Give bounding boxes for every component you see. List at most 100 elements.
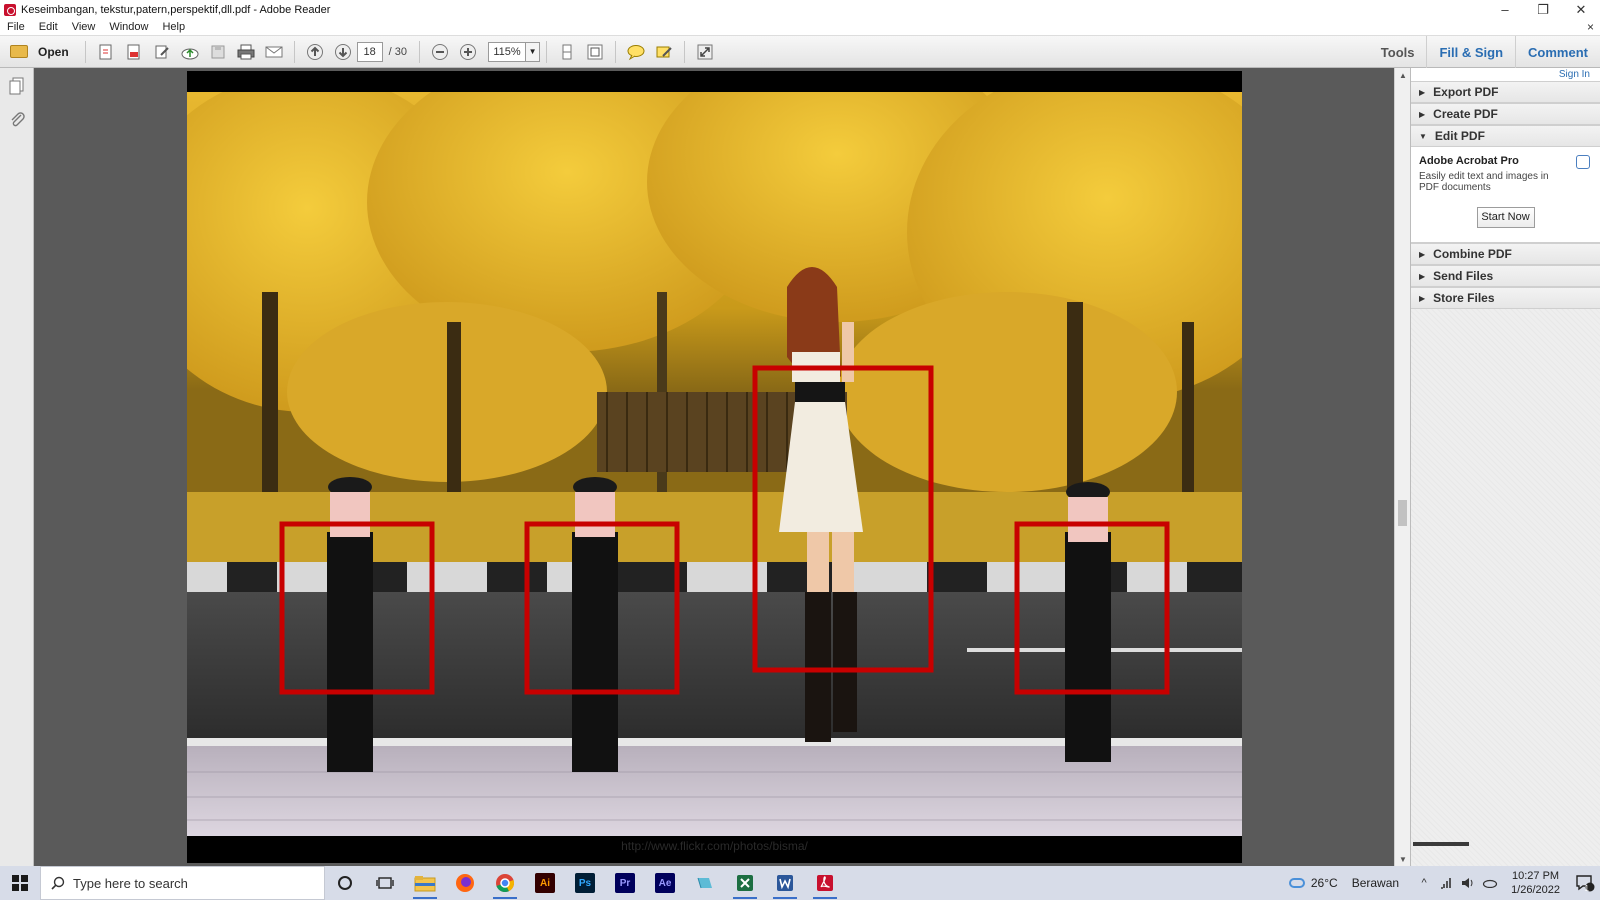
menu-view[interactable]: View xyxy=(65,21,103,33)
expand-view-icon[interactable] xyxy=(693,40,717,64)
page-thumbnails-icon[interactable] xyxy=(8,76,26,96)
panel-create-pdf[interactable]: ▶ Create PDF xyxy=(1411,103,1600,125)
taskbar-search-box[interactable]: Type here to search xyxy=(40,866,325,900)
menu-edit[interactable]: Edit xyxy=(32,21,65,33)
after-effects-icon[interactable]: Ae xyxy=(645,866,685,900)
app-label: Ps xyxy=(575,873,595,893)
collapsed-triangle-icon: ▶ xyxy=(1419,109,1426,119)
adobe-reader-taskbar-icon[interactable] xyxy=(805,866,845,900)
panel-label: Combine PDF xyxy=(1433,247,1512,261)
panel-send-files[interactable]: ▶ Send Files xyxy=(1411,265,1600,287)
clock-time: 10:27 PM xyxy=(1511,870,1560,882)
chrome-icon[interactable] xyxy=(485,866,525,900)
export-pdf-icon[interactable] xyxy=(122,40,146,64)
panel-label: Create PDF xyxy=(1433,107,1498,121)
document-photo xyxy=(187,92,1242,836)
collapsed-triangle-icon: ▶ xyxy=(1419,249,1426,259)
taskbar-clock[interactable]: 10:27 PM 1/26/2022 xyxy=(1511,869,1560,897)
system-tray: 26°C Berawan ^ 10:27 PM 1/26/2022 1 xyxy=(1288,866,1600,900)
pane-horizontal-scrollbar[interactable] xyxy=(1411,840,1600,846)
teams-app-icon[interactable] xyxy=(685,866,725,900)
menu-file[interactable]: File xyxy=(0,21,32,33)
menu-help[interactable]: Help xyxy=(155,21,192,33)
panel-combine-pdf[interactable]: ▶ Combine PDF xyxy=(1411,243,1600,265)
sign-in-link[interactable]: Sign In xyxy=(1411,68,1600,81)
minimize-button[interactable]: – xyxy=(1486,0,1524,19)
weather-widget[interactable]: 26°C Berawan xyxy=(1288,876,1400,890)
start-now-button[interactable]: Start Now xyxy=(1476,207,1535,228)
open-button[interactable]: Open xyxy=(2,40,77,64)
zoom-in-icon[interactable] xyxy=(456,40,480,64)
print-icon[interactable] xyxy=(234,40,258,64)
word-icon[interactable] xyxy=(765,866,805,900)
weather-description: Berawan xyxy=(1351,876,1400,890)
panel-label: Edit PDF xyxy=(1434,129,1485,143)
panel-store-files[interactable]: ▶ Store Files xyxy=(1411,287,1600,309)
tab-comment[interactable]: Comment xyxy=(1515,36,1600,68)
tab-fill-sign[interactable]: Fill & Sign xyxy=(1426,36,1515,68)
app-label: Pr xyxy=(615,873,635,893)
open-label: Open xyxy=(38,44,69,59)
zoom-dropdown-chevron-icon[interactable]: ▼ xyxy=(526,41,541,62)
clock-date: 1/26/2022 xyxy=(1511,884,1560,896)
scroll-down-arrow-icon[interactable]: ▼ xyxy=(1395,852,1411,866)
notification-center-icon[interactable]: 1 xyxy=(1570,874,1600,893)
onedrive-icon[interactable] xyxy=(1482,875,1498,891)
windows-taskbar: Type here to search Ai Ps Pr Ae 26°C Ber… xyxy=(0,866,1600,900)
restore-button[interactable]: ❐ xyxy=(1524,0,1562,19)
toolbar-separator xyxy=(546,40,548,63)
panel-label: Send Files xyxy=(1433,269,1494,283)
zoom-out-icon[interactable] xyxy=(428,40,452,64)
edit-document-icon[interactable] xyxy=(150,40,174,64)
task-view-icon[interactable] xyxy=(365,866,405,900)
previous-page-icon[interactable] xyxy=(303,40,327,64)
tab-tools[interactable]: Tools xyxy=(1369,36,1427,68)
cloud-upload-icon[interactable] xyxy=(178,40,202,64)
scrolling-mode-icon[interactable] xyxy=(555,40,579,64)
sticky-note-icon[interactable] xyxy=(624,40,648,64)
scrollbar-thumb[interactable] xyxy=(1398,500,1407,526)
close-button[interactable]: ✕ xyxy=(1562,0,1600,19)
document-close-button[interactable]: × xyxy=(1587,20,1594,34)
file-explorer-icon[interactable] xyxy=(405,866,445,900)
volume-icon[interactable] xyxy=(1460,875,1476,891)
toolbar-separator xyxy=(684,40,686,63)
zoom-level-input[interactable]: 115% xyxy=(488,41,527,62)
photo-credit-url: http://www.flickr.com/photos/bisma/ xyxy=(621,839,808,853)
create-pdf-icon[interactable] xyxy=(94,40,118,64)
cortana-icon[interactable] xyxy=(325,866,365,900)
firefox-icon[interactable] xyxy=(445,866,485,900)
title-bar: Keseimbangan, tekstur,patern,perspektif,… xyxy=(0,0,1600,19)
premiere-icon[interactable]: Pr xyxy=(605,866,645,900)
window-title: Keseimbangan, tekstur,patern,perspektif,… xyxy=(21,3,331,16)
attachments-paperclip-icon[interactable] xyxy=(8,110,26,130)
menu-window[interactable]: Window xyxy=(102,21,155,33)
pdf-page: http://www.flickr.com/photos/bisma/ xyxy=(187,71,1242,863)
save-icon[interactable] xyxy=(206,40,230,64)
photoshop-icon[interactable]: Ps xyxy=(565,866,605,900)
search-icon xyxy=(51,876,65,890)
email-icon[interactable] xyxy=(262,40,286,64)
highlight-icon[interactable] xyxy=(652,40,676,64)
document-viewport[interactable]: http://www.flickr.com/photos/bisma/ xyxy=(34,68,1394,866)
network-icon[interactable] xyxy=(1438,875,1454,891)
vertical-scrollbar[interactable]: ▲ ▼ xyxy=(1394,68,1410,866)
panel-edit-pdf[interactable]: ▼ Edit PDF xyxy=(1411,125,1600,147)
panel-export-pdf[interactable]: ▶ Export PDF xyxy=(1411,81,1600,103)
cloud-icon xyxy=(1288,878,1305,888)
pane-scrollbar-thumb[interactable] xyxy=(1413,842,1469,846)
windows-start-icon[interactable] xyxy=(0,866,40,900)
search-placeholder: Type here to search xyxy=(73,875,188,891)
chevron-up-icon[interactable]: ^ xyxy=(1416,875,1432,891)
illustrator-icon[interactable]: Ai xyxy=(525,866,565,900)
adobe-reader-icon xyxy=(4,3,16,16)
page-number-input[interactable]: 18 xyxy=(356,41,383,62)
menu-bar: File Edit View Window Help × xyxy=(0,19,1600,36)
collapsed-triangle-icon: ▶ xyxy=(1419,87,1426,97)
excel-icon[interactable] xyxy=(725,866,765,900)
fit-page-icon[interactable] xyxy=(583,40,607,64)
scroll-up-arrow-icon[interactable]: ▲ xyxy=(1395,68,1411,82)
next-page-icon[interactable] xyxy=(331,40,355,64)
panel-label: Store Files xyxy=(1433,291,1495,305)
toolbar-separator xyxy=(84,40,86,63)
